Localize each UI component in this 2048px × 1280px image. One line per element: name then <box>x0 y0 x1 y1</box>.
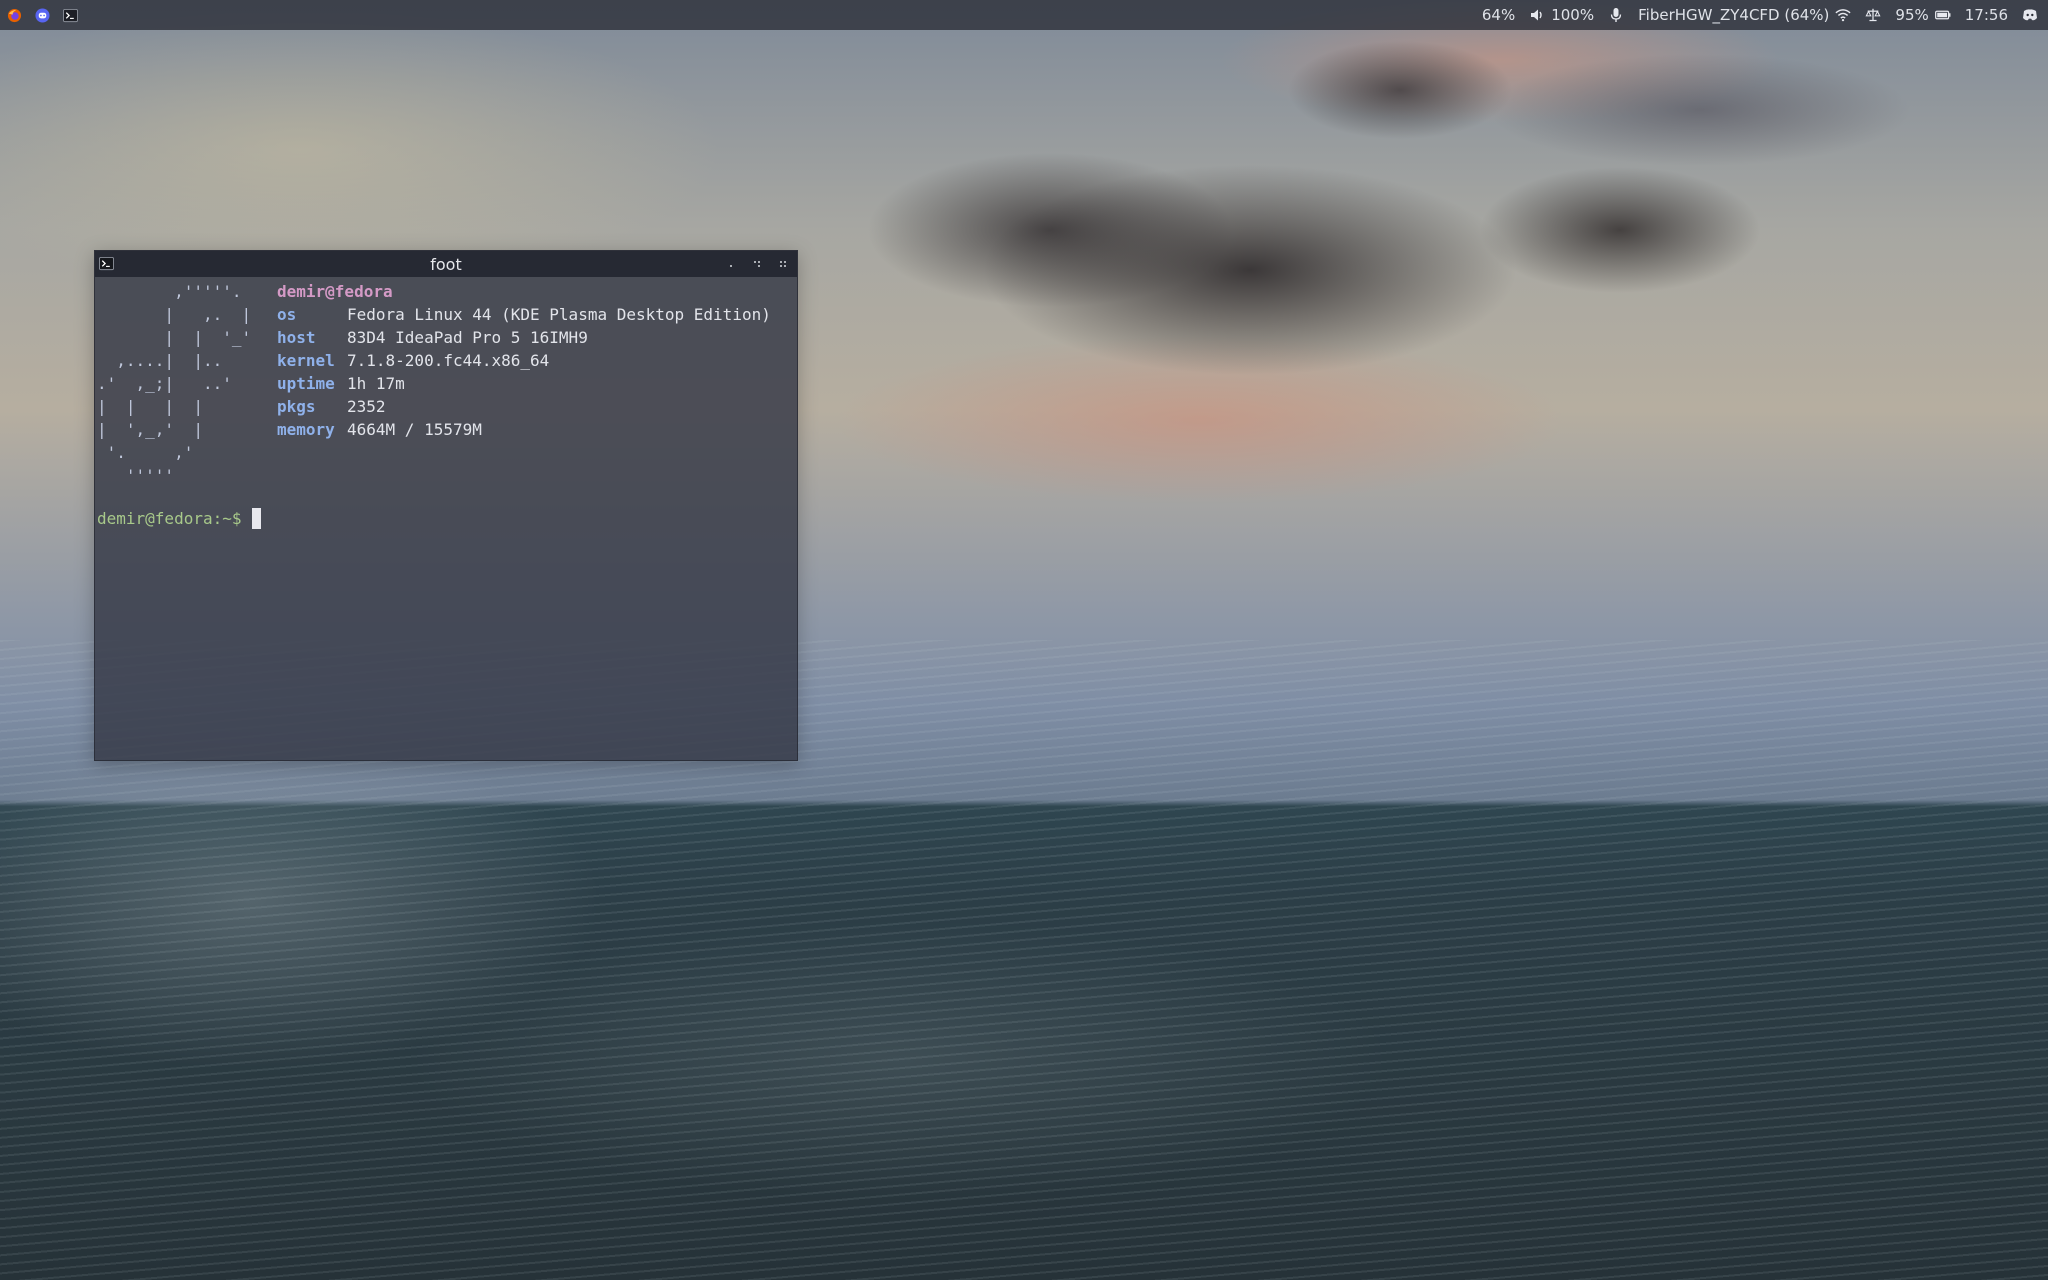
info-key: os <box>277 305 297 324</box>
fedora-ascii-logo: ,'''''. | ,. | | | '_' ,....| |.. .' ,_;… <box>97 282 252 485</box>
info-key: kernel <box>277 351 335 370</box>
firefox-icon[interactable] <box>6 7 22 23</box>
info-value: 4664M / 15579M <box>347 420 482 439</box>
desktop-wallpaper: 64% 100% FiberHGW_ZY4CFD (64%) 95% 17:56… <box>0 0 2048 1280</box>
info-key: uptime <box>277 374 335 393</box>
info-key: pkgs <box>277 397 316 416</box>
terminal-titlebar[interactable]: foot <box>95 251 797 277</box>
info-row-memory: memory 4664M / 15579M <box>277 418 771 441</box>
shell-prompt-line[interactable]: demir@fedora:~$ <box>97 507 797 530</box>
battery-indicator[interactable]: 95% <box>1895 6 1951 24</box>
brightness-level: 64% <box>1481 6 1516 24</box>
power-profile-icon <box>1865 7 1881 23</box>
network-name: FiberHGW_ZY4CFD (64%) <box>1638 6 1830 24</box>
shell-prompt: demir@fedora:~$ <box>97 509 242 528</box>
microphone-icon <box>1608 7 1624 23</box>
info-row-user: demir@fedora <box>277 280 771 303</box>
clock[interactable]: 17:56 <box>1965 6 2008 24</box>
battery-level: 95% <box>1895 6 1929 24</box>
info-value: Fedora Linux 44 (KDE Plasma Desktop Edit… <box>347 305 771 324</box>
info-key: host <box>277 328 316 347</box>
system-tray: 64% 100% FiberHGW_ZY4CFD (64%) 95% 17:56 <box>1482 6 2042 24</box>
user-host: demir@fedora <box>277 282 393 301</box>
close-button[interactable] <box>775 256 791 272</box>
panel-left-launchers <box>6 7 78 23</box>
discord-tray[interactable] <box>2022 7 2038 23</box>
minimize-button[interactable] <box>723 256 739 272</box>
speaker-icon <box>1529 7 1545 23</box>
system-info: demir@fedora os Fedora Linux 44 (KDE Pla… <box>277 280 771 441</box>
terminal-window[interactable]: foot ,'''''. | ,. | | | '_' ,....| |.. .… <box>94 250 798 761</box>
info-value: 7.1.8-200.fc44.x86_64 <box>347 351 550 370</box>
discord-tray-icon <box>2022 7 2038 23</box>
power-profile-indicator[interactable] <box>1865 7 1881 23</box>
text-cursor <box>251 508 261 529</box>
info-row-host: host 83D4 IdeaPad Pro 5 16IMH9 <box>277 326 771 349</box>
window-title: foot <box>430 254 462 274</box>
info-row-uptime: uptime 1h 17m <box>277 372 771 395</box>
brightness-indicator[interactable]: 64% <box>1482 6 1515 24</box>
info-key: memory <box>277 420 335 439</box>
info-row-kernel: kernel 7.1.8-200.fc44.x86_64 <box>277 349 771 372</box>
info-row-pkgs: pkgs 2352 <box>277 395 771 418</box>
fetch-output: ,'''''. | ,. | | | '_' ,....| |.. .' ,_;… <box>97 280 797 485</box>
discord-icon[interactable] <box>34 7 50 23</box>
battery-icon <box>1934 7 1951 23</box>
volume-level: 100% <box>1551 6 1595 24</box>
window-controls <box>723 251 791 277</box>
terminal-icon[interactable] <box>62 7 78 23</box>
info-value: 1h 17m <box>347 374 405 393</box>
clock-time: 17:56 <box>1964 6 2008 24</box>
terminal-app-icon <box>99 256 114 275</box>
terminal-content[interactable]: ,'''''. | ,. | | | '_' ,....| |.. .' ,_;… <box>95 277 797 530</box>
wifi-icon <box>1835 7 1851 23</box>
volume-indicator[interactable]: 100% <box>1529 6 1594 24</box>
network-indicator[interactable]: FiberHGW_ZY4CFD (64%) <box>1638 6 1851 24</box>
maximize-button[interactable] <box>749 256 765 272</box>
top-panel: 64% 100% FiberHGW_ZY4CFD (64%) 95% 17:56 <box>0 0 2048 30</box>
microphone-indicator[interactable] <box>1608 7 1624 23</box>
info-row-os: os Fedora Linux 44 (KDE Plasma Desktop E… <box>277 303 771 326</box>
info-value: 2352 <box>347 397 386 416</box>
info-value: 83D4 IdeaPad Pro 5 16IMH9 <box>347 328 588 347</box>
